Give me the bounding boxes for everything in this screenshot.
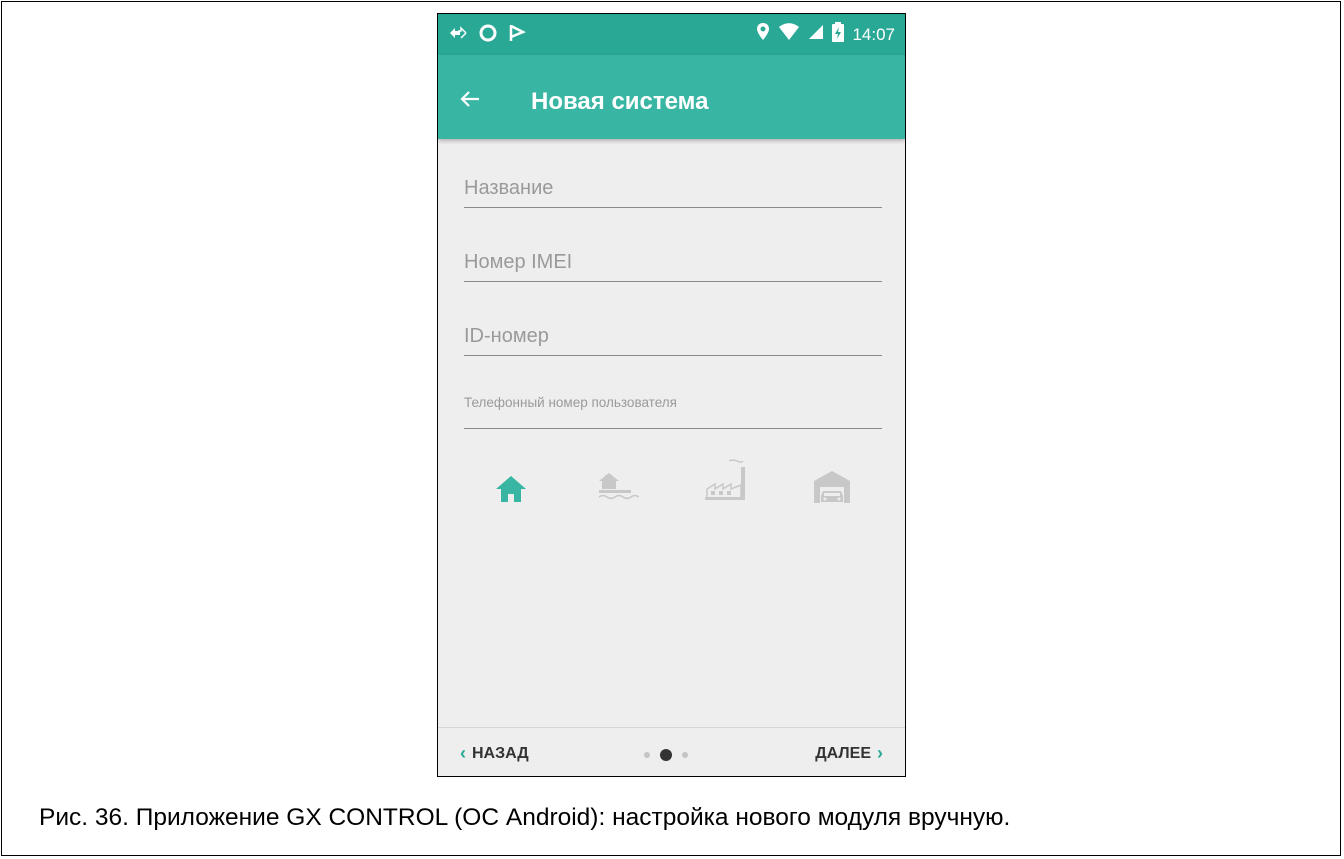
app-bar: Новая система [438, 55, 905, 139]
page-dot [644, 752, 650, 758]
imei-field[interactable]: Номер IMEI [464, 248, 882, 282]
status-time: 14:07 [852, 24, 895, 44]
user-phone-field[interactable]: Телефонный номер пользователя [464, 394, 882, 429]
garage-icon[interactable] [812, 469, 852, 510]
user-phone-field-placeholder: Телефонный номер пользователя [464, 395, 677, 410]
arrow-back-icon[interactable] [460, 90, 480, 113]
page-dot [682, 752, 688, 758]
id-number-field-placeholder: ID-номер [464, 325, 549, 347]
name-field-placeholder: Название [464, 177, 554, 199]
lake-house-icon[interactable] [595, 469, 640, 508]
factory-icon[interactable] [703, 457, 751, 510]
network-swap-icon [448, 25, 468, 46]
status-bar: 14:07 [438, 14, 905, 55]
name-field[interactable]: Название [464, 174, 882, 208]
next-button[interactable]: ДАЛЕЕ › [815, 743, 883, 764]
chevron-right-icon: › [877, 743, 883, 763]
circle-icon [478, 23, 498, 48]
imei-field-placeholder: Номер IMEI [464, 251, 573, 273]
house-icon[interactable] [494, 474, 528, 509]
location-pin-icon [756, 22, 770, 47]
object-type-selector [438, 459, 905, 519]
next-button-label: ДАЛЕЕ [815, 744, 871, 762]
id-number-field[interactable]: ID-номер [464, 322, 882, 356]
flag-icon [508, 23, 527, 48]
phone-screen: 14:07 Новая система Название Номер IMEI … [437, 13, 906, 777]
back-button-label: НАЗАД [472, 744, 529, 762]
page-dot-active [660, 749, 672, 761]
back-button[interactable]: ‹ НАЗАД [460, 743, 529, 764]
battery-icon [832, 22, 845, 47]
wifi-icon [778, 23, 800, 46]
page-title: Новая система [531, 88, 709, 115]
figure-caption: Рис. 36. Приложение GX CONTROL (ОС Andro… [39, 804, 1011, 831]
signal-icon [808, 24, 824, 45]
bottom-navigation: ‹ НАЗАД ДАЛЕЕ › [438, 727, 905, 776]
page-indicator [644, 749, 688, 761]
chevron-left-icon: ‹ [460, 743, 466, 763]
